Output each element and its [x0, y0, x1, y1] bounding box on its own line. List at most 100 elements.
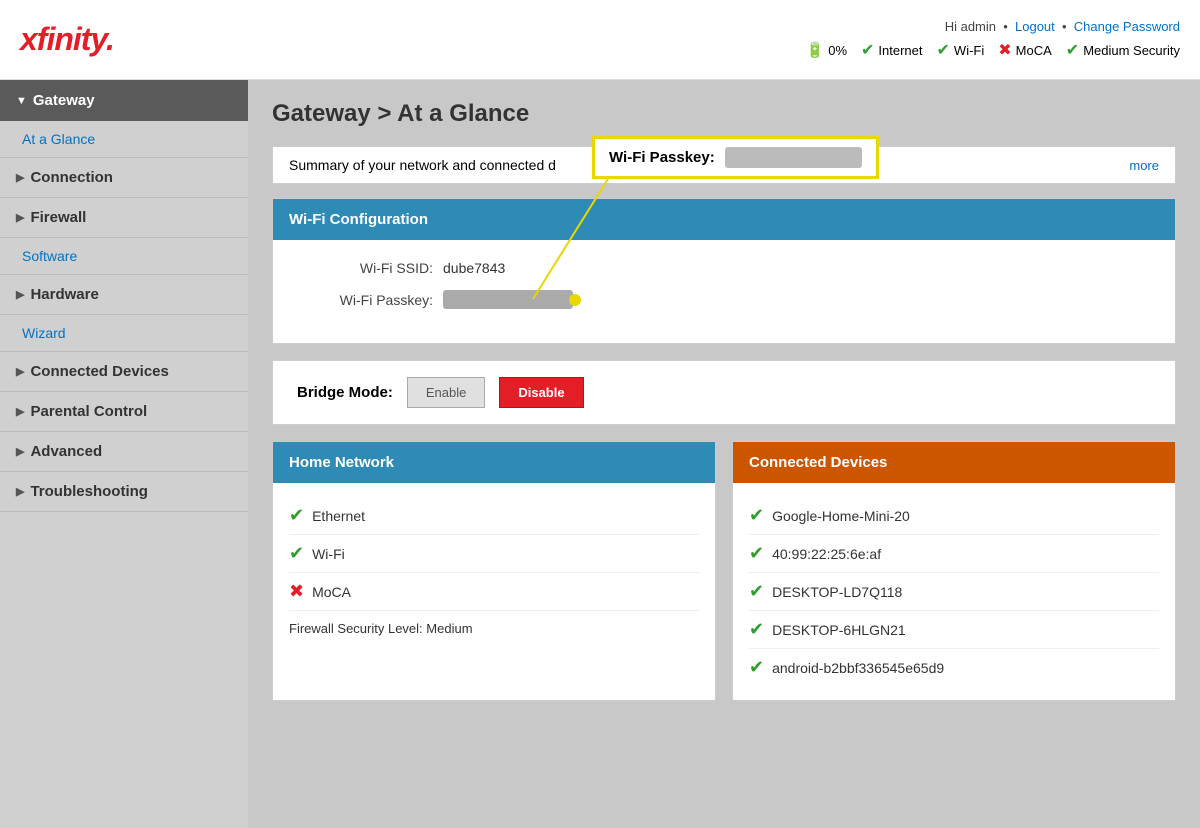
device-check-icon-3: ✔ — [749, 619, 764, 640]
moca-x-item-icon: ✖ — [289, 581, 304, 602]
internet-check-icon: ✔ — [861, 40, 874, 60]
logout-link[interactable]: Logout — [1015, 19, 1055, 34]
sidebar-item-troubleshooting[interactable]: ▶ Troubleshooting — [0, 472, 248, 512]
passkey-callout: Wi-Fi Passkey: ████████ — [592, 136, 879, 179]
sidebar-item-connected-devices[interactable]: ▶ Connected Devices — [0, 352, 248, 392]
device-item-2: ✔ DESKTOP-LD7Q118 — [749, 573, 1159, 611]
connection-arrow-icon: ▶ — [16, 171, 24, 184]
user-greeting: Hi admin — [945, 19, 996, 34]
header-right: Hi admin • Logout • Change Password 🔋 0%… — [806, 19, 1180, 60]
battery-status: 🔋 0% — [806, 41, 847, 59]
device-label-1: 40:99:22:25:6e:af — [772, 546, 881, 562]
device-label-2: DESKTOP-LD7Q118 — [772, 584, 902, 600]
sidebar-advanced-label: Advanced — [30, 443, 102, 460]
sidebar-gateway-label: Gateway — [33, 92, 95, 109]
moca-item: ✖ MoCA — [289, 573, 699, 611]
device-label-0: Google-Home-Mini-20 — [772, 508, 910, 524]
device-label-3: DESKTOP-6HLGN21 — [772, 622, 906, 638]
main-content: Gateway > At a Glance Summary of your ne… — [248, 80, 1200, 828]
security-status: ✔ Medium Security — [1066, 40, 1180, 60]
wifi-config-card: Wi-Fi Configuration Wi-Fi SSID: dube7843… — [272, 198, 1176, 344]
moca-x-icon: ✖ — [998, 40, 1011, 60]
advanced-arrow-icon: ▶ — [16, 445, 24, 458]
device-check-icon-4: ✔ — [749, 657, 764, 678]
ethernet-check-icon: ✔ — [289, 505, 304, 526]
passkey-label: Wi-Fi Passkey: — [303, 292, 433, 308]
bridge-enable-button[interactable]: Enable — [407, 377, 485, 408]
more-link[interactable]: more — [1129, 158, 1159, 173]
moca-label: MoCA — [1016, 43, 1052, 58]
wifi-check-icon: ✔ — [937, 40, 950, 60]
status-row: 🔋 0% ✔ Internet ✔ Wi-Fi ✖ MoCA ✔ Medium … — [806, 40, 1180, 60]
summary-text: Summary of your network and connected d — [289, 157, 556, 173]
sidebar-gateway-header[interactable]: ▼ Gateway — [0, 80, 248, 121]
sidebar-parental-control-label: Parental Control — [30, 403, 147, 420]
sidebar-item-at-a-glance[interactable]: At a Glance — [0, 121, 248, 158]
gateway-arrow-icon: ▼ — [16, 95, 27, 107]
device-label-4: android-b2bbf336545e65d9 — [772, 660, 944, 676]
device-check-icon-1: ✔ — [749, 543, 764, 564]
sidebar-item-firewall[interactable]: ▶ Firewall — [0, 198, 248, 238]
sidebar-item-software[interactable]: Software — [0, 238, 248, 275]
wifi-item-label: Wi-Fi — [312, 546, 345, 562]
home-network-card: Home Network ✔ Ethernet ✔ Wi-Fi ✖ MoCA — [272, 441, 716, 701]
moca-status: ✖ MoCA — [998, 40, 1052, 60]
device-item-0: ✔ Google-Home-Mini-20 — [749, 497, 1159, 535]
firewall-row: Firewall Security Level: Medium — [289, 611, 699, 640]
header: xfinity. Hi admin • Logout • Change Pass… — [0, 0, 1200, 80]
sidebar-item-wizard[interactable]: Wizard — [0, 315, 248, 352]
bridge-mode-section: Bridge Mode: Enable Disable — [272, 360, 1176, 425]
page-title: Gateway > At a Glance — [272, 100, 1176, 128]
wifi-label: Wi-Fi — [954, 43, 984, 58]
ssid-row: Wi-Fi SSID: dube7843 — [303, 260, 1145, 276]
sidebar-connected-devices-label: Connected Devices — [30, 363, 168, 380]
connected-devices-card: Connected Devices ✔ Google-Home-Mini-20 … — [732, 441, 1176, 701]
connected-devices-header: Connected Devices — [733, 442, 1175, 483]
security-check-icon: ✔ — [1066, 40, 1079, 60]
battery-label: 0% — [828, 43, 847, 58]
ssid-label: Wi-Fi SSID: — [303, 260, 433, 276]
passkey-value: ████████ — [443, 290, 573, 309]
sidebar-troubleshooting-label: Troubleshooting — [30, 483, 148, 500]
wifi-status: ✔ Wi-Fi — [937, 40, 985, 60]
sidebar-hardware-label: Hardware — [30, 286, 98, 303]
bridge-disable-button[interactable]: Disable — [499, 377, 583, 408]
sidebar-item-hardware[interactable]: ▶ Hardware — [0, 275, 248, 315]
passkey-row: Wi-Fi Passkey: ████████ — [303, 290, 1145, 309]
passkey-dot-indicator — [569, 294, 581, 306]
internet-label: Internet — [878, 43, 922, 58]
user-info-row: Hi admin • Logout • Change Password — [806, 19, 1180, 34]
sidebar-firewall-label: Firewall — [30, 209, 86, 226]
home-network-header: Home Network — [273, 442, 715, 483]
device-check-icon-2: ✔ — [749, 581, 764, 602]
wifi-item: ✔ Wi-Fi — [289, 535, 699, 573]
ethernet-item: ✔ Ethernet — [289, 497, 699, 535]
sidebar-item-advanced[interactable]: ▶ Advanced — [0, 432, 248, 472]
sidebar-item-parental-control[interactable]: ▶ Parental Control — [0, 392, 248, 432]
ethernet-label: Ethernet — [312, 508, 365, 524]
xfinity-logo: xfinity. — [20, 21, 114, 58]
ssid-value: dube7843 — [443, 260, 505, 276]
sidebar-connection-label: Connection — [30, 169, 113, 186]
firewall-value: Medium — [426, 621, 472, 636]
bridge-mode-label: Bridge Mode: — [297, 384, 393, 401]
device-check-icon-0: ✔ — [749, 505, 764, 526]
wifi-config-body: Wi-Fi SSID: dube7843 Wi-Fi Passkey: ████… — [273, 240, 1175, 343]
moca-item-label: MoCA — [312, 584, 351, 600]
hardware-arrow-icon: ▶ — [16, 288, 24, 301]
sidebar: ▼ Gateway At a Glance ▶ Connection ▶ Fir… — [0, 80, 248, 828]
wifi-config-header: Wi-Fi Configuration — [273, 199, 1175, 240]
troubleshooting-arrow-icon: ▶ — [16, 485, 24, 498]
connected-devices-arrow-icon: ▶ — [16, 365, 24, 378]
internet-status: ✔ Internet — [861, 40, 923, 60]
change-password-link[interactable]: Change Password — [1074, 19, 1180, 34]
security-label: Medium Security — [1083, 43, 1180, 58]
device-item-1: ✔ 40:99:22:25:6e:af — [749, 535, 1159, 573]
parental-control-arrow-icon: ▶ — [16, 405, 24, 418]
wifi-check-icon: ✔ — [289, 543, 304, 564]
sidebar-item-connection[interactable]: ▶ Connection — [0, 158, 248, 198]
connected-devices-list: ✔ Google-Home-Mini-20 ✔ 40:99:22:25:6e:a… — [733, 483, 1175, 700]
firewall-arrow-icon: ▶ — [16, 211, 24, 224]
battery-icon: 🔋 — [806, 41, 825, 59]
device-item-3: ✔ DESKTOP-6HLGN21 — [749, 611, 1159, 649]
